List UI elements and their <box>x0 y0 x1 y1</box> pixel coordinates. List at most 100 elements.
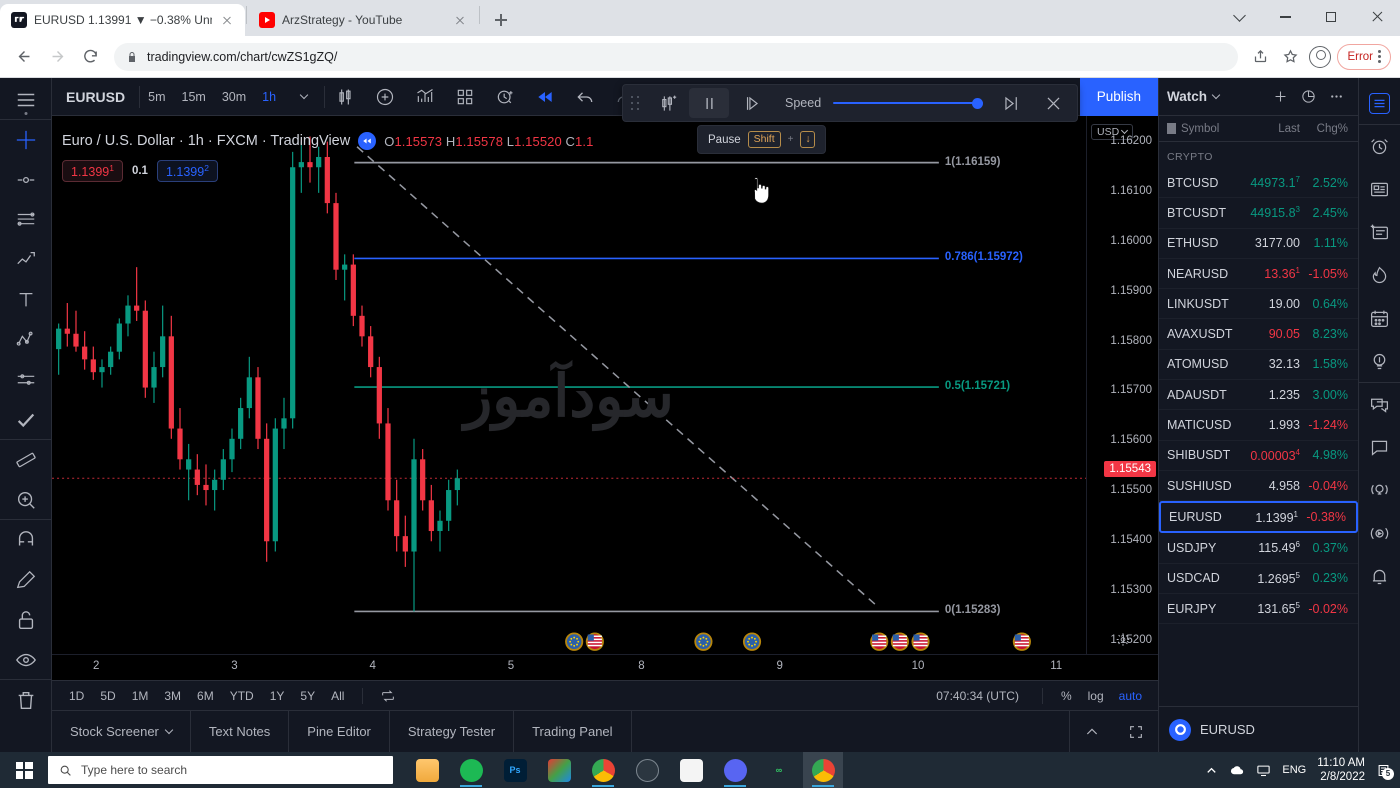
taskbar-store[interactable] <box>671 752 711 788</box>
taskbar-paint[interactable] <box>539 752 579 788</box>
taskbar-search-input[interactable]: Type here to search <box>48 756 393 784</box>
close-icon[interactable] <box>452 12 468 28</box>
range-1d[interactable]: 1D <box>62 686 91 706</box>
taskbar-discord[interactable] <box>715 752 755 788</box>
browser-tab-youtube[interactable]: ArzStrategy - YouTube <box>248 4 478 36</box>
layouts-icon[interactable] <box>445 78 485 116</box>
taskbar-spotify[interactable] <box>451 752 491 788</box>
range-1m[interactable]: 1M <box>125 686 156 706</box>
auto-scale-button[interactable]: auto <box>1113 686 1148 706</box>
back-icon[interactable] <box>9 42 39 72</box>
watchlist-row-usdjpy[interactable]: USDJPY 115.496 0.37% <box>1159 533 1358 564</box>
go-to-date-icon[interactable] <box>374 684 402 708</box>
tab-stock-screener[interactable]: Stock Screener <box>52 710 191 753</box>
replay-close-button[interactable] <box>1033 88 1073 118</box>
replay-select-bar-button[interactable] <box>647 88 687 118</box>
checkmark-icon[interactable] <box>0 400 52 440</box>
watchlist-row-ethusd[interactable]: ETHUSD 3177.00 1.11% <box>1159 229 1358 259</box>
watchlist-row-shibusdt[interactable]: SHIBUSDT 0.000034 4.98% <box>1159 441 1358 471</box>
publish-button[interactable]: Publish <box>1079 77 1158 116</box>
error-indicator[interactable]: Error <box>1337 43 1391 70</box>
replay-icon[interactable] <box>525 78 565 116</box>
taskbar-chrome-1[interactable] <box>583 752 623 788</box>
undo-icon[interactable] <box>565 78 605 116</box>
cursor-crosshair-icon[interactable] <box>0 120 52 160</box>
fullscreen-icon[interactable] <box>1114 711 1158 753</box>
tab-text-notes[interactable]: Text Notes <box>191 710 290 753</box>
forward-icon[interactable] <box>42 42 72 72</box>
watchlist-row-btcusd[interactable]: BTCUSD 44973.17 2.52% <box>1159 168 1358 199</box>
address-bar[interactable]: tradingview.com/chart/cwZS1gZQ/ <box>114 42 1239 71</box>
watchlist-row-btcusdt[interactable]: BTCUSDT 44915.83 2.45% <box>1159 198 1358 229</box>
close-icon[interactable] <box>219 12 235 28</box>
reload-icon[interactable] <box>75 42 105 72</box>
new-tab-button[interactable] <box>487 6 515 34</box>
alert-add-icon[interactable] <box>485 78 525 116</box>
add-symbol-icon[interactable] <box>1266 83 1294 111</box>
replay-step-forward-button[interactable] <box>731 88 771 118</box>
taskbar-file-explorer[interactable] <box>407 752 447 788</box>
replay-jump-to-end-button[interactable] <box>991 88 1031 118</box>
start-button[interactable] <box>0 752 48 788</box>
range-5y[interactable]: 5Y <box>293 686 322 706</box>
ideas-lamp-icon[interactable] <box>1358 340 1400 383</box>
time-axis[interactable]: 2 3 4 5 8 9 10 11 <box>52 654 1158 680</box>
hotlist-flame-icon[interactable] <box>1359 254 1400 297</box>
range-6m[interactable]: 6M <box>190 686 221 706</box>
symbol-button[interactable]: EURUSD <box>60 89 139 105</box>
watchlist-chart-icon[interactable] <box>1294 83 1322 111</box>
input-language-label[interactable]: ENG <box>1282 764 1306 776</box>
percent-scale-button[interactable]: % <box>1054 686 1079 706</box>
chart-area[interactable]: Euro / U.S. Dollar · 1h · FXCM · Trading… <box>52 116 1158 654</box>
tab-search-button[interactable] <box>1216 0 1262 34</box>
prediction-tools-icon[interactable] <box>0 360 52 400</box>
tab-pine-editor[interactable]: Pine Editor <box>289 710 390 753</box>
watchlist-row-sushiusd[interactable]: SUSHIUSD 4.958 -0.04% <box>1159 471 1358 502</box>
timeframe-30m[interactable]: 30m <box>214 85 254 109</box>
watchlist-row-linkusdt[interactable]: LINKUSDT 19.00 0.64% <box>1159 289 1358 320</box>
range-1y[interactable]: 1Y <box>263 686 292 706</box>
range-ytd[interactable]: YTD <box>223 686 261 706</box>
indicators-icon[interactable] <box>405 78 445 116</box>
remove-drawings-icon[interactable] <box>0 680 52 720</box>
private-chats-icon[interactable] <box>1359 426 1400 469</box>
sell-price-badge[interactable]: 1.13991 <box>62 160 123 183</box>
log-scale-button[interactable]: log <box>1081 686 1111 706</box>
network-icon[interactable] <box>1256 763 1271 778</box>
timeframe-5m[interactable]: 5m <box>140 85 173 109</box>
show-hidden-icons-chevron-icon[interactable] <box>1204 763 1219 778</box>
patterns-icon[interactable] <box>0 320 52 360</box>
price-chart[interactable]: Euro / U.S. Dollar · 1h · FXCM · Trading… <box>52 116 1086 654</box>
collapse-panel-icon[interactable] <box>1070 711 1114 753</box>
hide-drawings-icon[interactable] <box>0 640 52 680</box>
watchlist-row-adausdt[interactable]: ADAUSDT 1.235 3.00% <box>1159 380 1358 411</box>
drag-handle[interactable] <box>627 90 643 116</box>
replay-pause-button[interactable] <box>689 88 729 118</box>
tab-strategy-tester[interactable]: Strategy Tester <box>390 710 515 753</box>
news-icon[interactable] <box>1359 168 1400 211</box>
fib-retracement-icon[interactable] <box>0 200 52 240</box>
watchlist-footer[interactable]: EURUSD <box>1159 706 1358 752</box>
stay-in-drawing-mode-icon[interactable] <box>0 560 52 600</box>
watchlist-row-avaxusdt[interactable]: AVAXUSDT 90.05 8.23% <box>1159 319 1358 350</box>
new-note-icon[interactable] <box>1359 211 1400 254</box>
pitchfork-icon[interactable] <box>0 240 52 280</box>
minimize-button[interactable] <box>1262 0 1308 34</box>
browser-tab-tradingview[interactable]: EURUSD 1.13991 ▼ −0.38% Unn: <box>0 4 245 36</box>
close-window-button[interactable] <box>1354 0 1400 34</box>
taskbar-chrome-2[interactable] <box>803 752 843 788</box>
notifications-bell-icon[interactable] <box>1359 555 1400 598</box>
maximize-button[interactable] <box>1308 0 1354 34</box>
buy-price-badge[interactable]: 1.13992 <box>156 160 218 183</box>
more-options-icon[interactable] <box>1322 83 1350 111</box>
measure-ruler-icon[interactable] <box>0 440 52 480</box>
public-chats-icon[interactable] <box>1359 383 1400 426</box>
watchlist-title[interactable]: Watch <box>1167 89 1221 104</box>
watchlist-row-eurusd[interactable]: EURUSD 1.13991 -0.38% <box>1159 501 1358 534</box>
price-axis[interactable]: USD 1.16200 1.16100 1.16000 1.15900 1.15800 1… <box>1086 116 1158 654</box>
magnet-icon[interactable] <box>0 520 52 560</box>
watchlist-row-atomusd[interactable]: ATOMUSD 32.13 1.58% <box>1159 350 1358 381</box>
calendar-icon[interactable] <box>1359 297 1400 340</box>
bookmark-star-icon[interactable] <box>1277 44 1303 70</box>
streams-icon[interactable] <box>1359 469 1400 512</box>
